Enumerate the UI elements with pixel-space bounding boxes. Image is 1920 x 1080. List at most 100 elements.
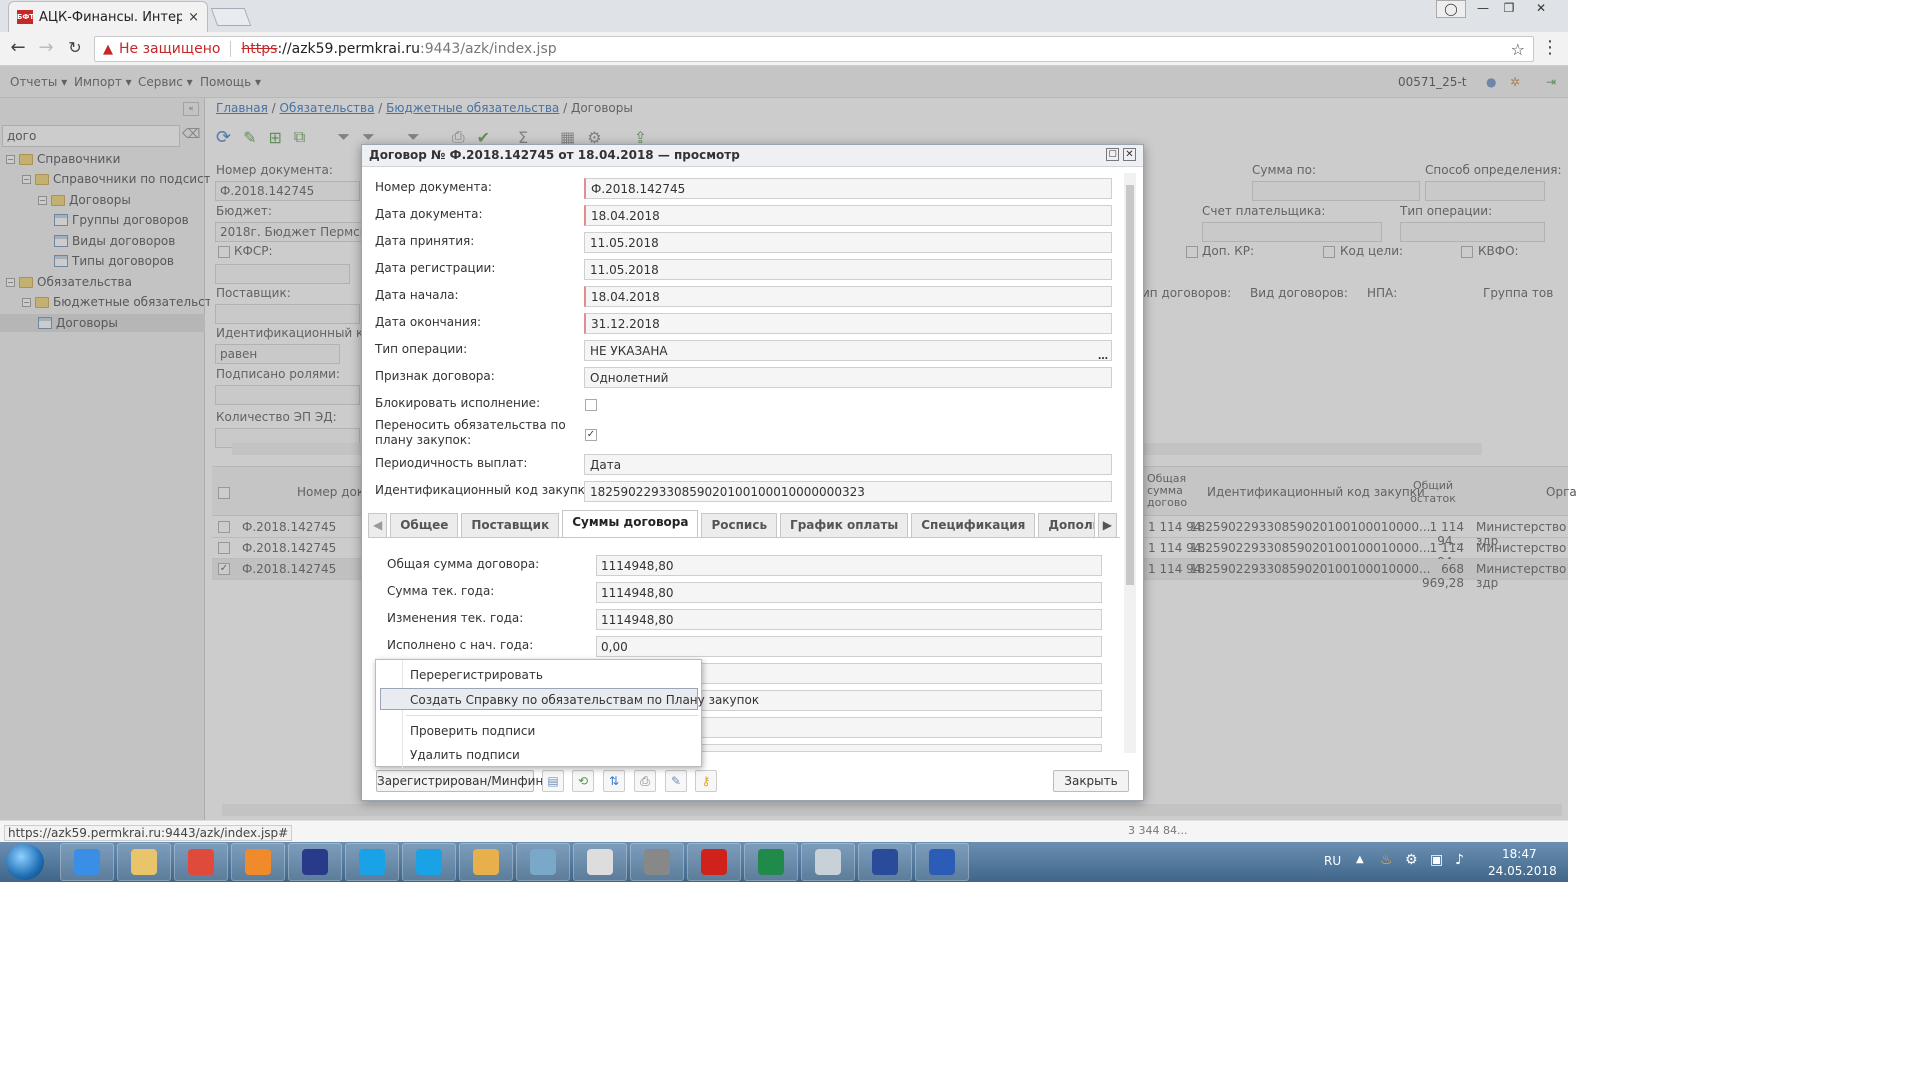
app-favicon: БФТ bbox=[17, 10, 34, 24]
field-value[interactable]: 11.05.2018 bbox=[584, 259, 1112, 280]
ie-icon[interactable] bbox=[60, 843, 114, 881]
sum-label: Исполнено с нач. года: bbox=[387, 638, 534, 652]
periodicity-field[interactable]: Дата bbox=[584, 454, 1112, 475]
grid-total: 3 344 84... bbox=[1128, 824, 1188, 837]
user-profile-icon[interactable]: ◯ bbox=[1436, 0, 1466, 18]
close-tab-icon[interactable]: × bbox=[188, 10, 199, 25]
remote-icon[interactable] bbox=[858, 843, 912, 881]
ikz-label: Идентификационный код закупки: bbox=[375, 483, 597, 497]
language-indicator[interactable]: RU bbox=[1324, 854, 1341, 868]
dialog-vertical-scrollbar[interactable] bbox=[1124, 173, 1136, 753]
calculator-glyph bbox=[815, 849, 841, 875]
tray-settings-icon[interactable]: ⚙ bbox=[1405, 852, 1418, 868]
browser-tab[interactable]: БФТ АЦК-Финансы. Интерне × bbox=[8, 1, 208, 32]
sum-value[interactable]: 1114948,80 bbox=[596, 609, 1102, 630]
tab-schedule[interactable]: Роспись bbox=[701, 513, 778, 537]
key-icon[interactable]: ⚷ bbox=[695, 770, 717, 792]
maximize-dialog-icon[interactable]: ▢ bbox=[1106, 148, 1119, 161]
field-value[interactable]: НЕ УКАЗАНА bbox=[584, 340, 1112, 361]
field-value[interactable]: Однолетний bbox=[584, 367, 1112, 388]
menu-item-reregister[interactable]: Перерегистрировать bbox=[410, 668, 543, 682]
dialog-title-bar: Договор № Ф.2018.142745 от 18.04.2018 — … bbox=[362, 145, 1143, 167]
browser-tab-strip: БФТ АЦК-Финансы. Интерне × ◯ — ❐ ✕ bbox=[0, 0, 1568, 32]
reload-icon[interactable]: ↻ bbox=[63, 38, 87, 60]
close-button[interactable]: Закрыть bbox=[1053, 770, 1129, 792]
acrobat-icon[interactable] bbox=[687, 843, 741, 881]
menu-item-delete-signatures[interactable]: Удалить подписи bbox=[410, 748, 520, 762]
excel-icon[interactable] bbox=[744, 843, 798, 881]
start-button[interactable] bbox=[6, 844, 44, 880]
restore-window-icon[interactable]: ❐ bbox=[1494, 0, 1524, 18]
new-tab-button[interactable] bbox=[210, 8, 252, 26]
network-tray-icon[interactable]: ▣ bbox=[1430, 852, 1443, 868]
spreadsheet-icon[interactable] bbox=[573, 843, 627, 881]
tabs-scroll-left-icon[interactable]: ◀ bbox=[368, 513, 388, 537]
save-app-icon[interactable] bbox=[288, 843, 342, 881]
tray-app-icon[interactable]: ♨ bbox=[1380, 852, 1393, 868]
word-glyph bbox=[929, 849, 955, 875]
document-icon[interactable]: ▤ bbox=[542, 770, 564, 792]
word-icon[interactable] bbox=[915, 843, 969, 881]
forward-arrow-icon[interactable]: → bbox=[34, 38, 58, 60]
field-value[interactable]: Ф.2018.142745 bbox=[584, 178, 1112, 199]
tab-additional-info[interactable]: Дополнительная инфо bbox=[1038, 513, 1095, 537]
close-dialog-icon[interactable]: ✕ bbox=[1123, 148, 1136, 161]
dialog-tabs: ◀ Общее Поставщик Суммы договора Роспись… bbox=[368, 510, 1120, 538]
tab-payment-schedule[interactable]: График оплаты bbox=[780, 513, 909, 537]
field-value[interactable]: 31.12.2018 bbox=[584, 313, 1112, 334]
sum-label: Сумма тек. года: bbox=[387, 584, 495, 598]
skype-business-icon[interactable] bbox=[402, 843, 456, 881]
browser-menu-icon[interactable]: ⋮ bbox=[1538, 38, 1562, 60]
field-value[interactable]: 18.04.2018 bbox=[584, 286, 1112, 307]
volume-icon[interactable]: ♪ bbox=[1455, 852, 1464, 868]
outlook-icon[interactable] bbox=[459, 843, 513, 881]
sum-value[interactable]: 1114948,80 bbox=[596, 582, 1102, 603]
back-arrow-icon[interactable]: ← bbox=[6, 38, 30, 60]
menu-icon-gutter bbox=[402, 660, 403, 768]
transfer-label-line1: Переносить обязательства по bbox=[375, 418, 566, 432]
sum-label: Общая сумма договора: bbox=[387, 557, 540, 571]
address-bar[interactable]: ▲ Не защищено https://azk59.permkrai.ru:… bbox=[94, 36, 1534, 62]
dialog-title: Договор № Ф.2018.142745 от 18.04.2018 — … bbox=[369, 148, 740, 162]
menu-item-verify-signatures[interactable]: Проверить подписи bbox=[410, 724, 535, 738]
block-execution-label: Блокировать исполнение: bbox=[375, 396, 541, 410]
sum-value[interactable]: 1114948,80 bbox=[596, 555, 1102, 576]
print-dialog-icon[interactable]: ⎙ bbox=[634, 770, 656, 792]
periodicity-label: Периодичность выплат: bbox=[375, 456, 528, 470]
bookmark-star-icon[interactable]: ☆ bbox=[1511, 40, 1525, 59]
field-label: Дата документа: bbox=[375, 207, 483, 221]
refresh-green-icon[interactable]: ⟲ bbox=[572, 770, 594, 792]
tab-supplier[interactable]: Поставщик bbox=[461, 513, 560, 537]
network-icon[interactable] bbox=[630, 843, 684, 881]
op-type-lookup-icon[interactable]: … bbox=[1095, 350, 1111, 365]
tab-specification[interactable]: Спецификация bbox=[911, 513, 1036, 537]
url-host: ://azk59.permkrai.ru bbox=[277, 41, 420, 57]
dialog-scroll-thumb[interactable] bbox=[1126, 185, 1134, 585]
explorer-icon[interactable] bbox=[117, 843, 171, 881]
field-label: Дата начала: bbox=[375, 288, 459, 302]
sync-icon[interactable]: ⇅ bbox=[603, 770, 625, 792]
tray-expand-icon[interactable]: ▲ bbox=[1356, 854, 1364, 865]
close-window-icon[interactable]: ✕ bbox=[1526, 0, 1556, 18]
ikz-field[interactable]: 182590229330859020100100010000000323 bbox=[584, 481, 1112, 502]
notebook-icon[interactable] bbox=[516, 843, 570, 881]
menu-item-create-reference[interactable]: Создать Справку по обязательствам по Пла… bbox=[410, 693, 759, 707]
block-execution-checkbox[interactable] bbox=[585, 399, 597, 411]
calculator-icon[interactable] bbox=[801, 843, 855, 881]
remote-glyph bbox=[872, 849, 898, 875]
tab-general[interactable]: Общее bbox=[390, 513, 459, 537]
clock-time[interactable]: 18:47 bbox=[1502, 847, 1537, 861]
skype-icon[interactable] bbox=[345, 843, 399, 881]
firefox-icon[interactable] bbox=[231, 843, 285, 881]
field-value[interactable]: 11.05.2018 bbox=[584, 232, 1112, 253]
attachment-icon[interactable]: ✎ bbox=[665, 770, 687, 792]
tabs-scroll-right-icon[interactable]: ▶ bbox=[1097, 513, 1117, 537]
sum-value[interactable]: 0,00 bbox=[596, 636, 1102, 657]
status-dropdown-button[interactable]: Зарегистрирован/Минфин ▾ bbox=[376, 770, 553, 792]
field-label: Дата регистрации: bbox=[375, 261, 496, 275]
field-value[interactable]: 18.04.2018 bbox=[584, 205, 1112, 226]
transfer-obligations-checkbox[interactable]: ✓ bbox=[585, 429, 597, 441]
chrome-icon[interactable] bbox=[174, 843, 228, 881]
tab-contract-sums[interactable]: Суммы договора bbox=[562, 510, 699, 537]
clock-date[interactable]: 24.05.2018 bbox=[1488, 864, 1557, 878]
